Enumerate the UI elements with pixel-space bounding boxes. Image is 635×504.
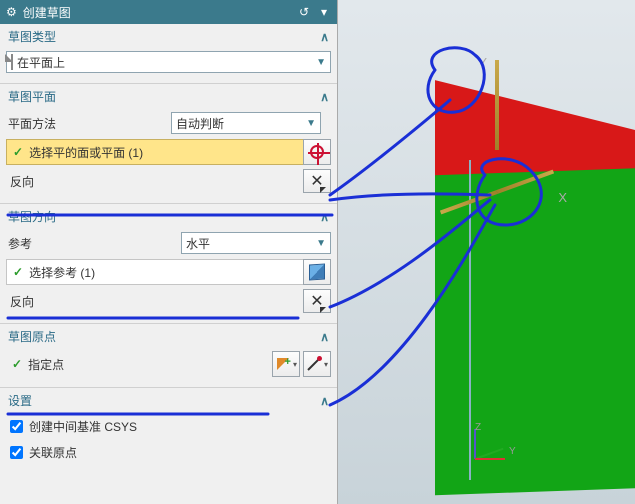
reverse-orient-label: 反向 (6, 293, 303, 310)
dropdown-arrow-icon: ▼ (306, 118, 316, 129)
chevron-down-icon[interactable]: ▾ (315, 3, 333, 21)
plane-method-label: 平面方法 (6, 115, 171, 132)
3d-viewport[interactable]: Y X Z Y (338, 0, 635, 504)
check-icon: ✓ (13, 145, 23, 159)
y-axis-label: Y (478, 55, 487, 70)
cube-button[interactable] (303, 259, 331, 285)
cube-icon (309, 263, 325, 280)
group-sketch-origin: 草图原点 ∧ ✓ 指定点 +▾ ▾ (0, 324, 337, 388)
point-cursor-button[interactable]: +▾ (272, 351, 300, 377)
point-line-icon (306, 356, 322, 372)
collapse-icon: ∧ (320, 330, 329, 344)
group-sketch-type: 草图类型 ∧ 在平面上 ▼ (0, 24, 337, 84)
group-header-settings[interactable]: 设置 ∧ (0, 388, 337, 413)
select-planar-face[interactable]: ✓ 选择平的面或平面 (1) (6, 139, 304, 165)
collapse-icon: ∧ (320, 30, 329, 44)
plane-method-dropdown[interactable]: 自动判断 ▼ (171, 112, 321, 134)
reference-dropdown[interactable]: 水平 ▼ (181, 232, 331, 254)
collapse-icon: ∧ (320, 394, 329, 408)
group-sketch-orientation: 草图方向 ∧ 参考 水平 ▼ ✓ 选择参考 (1) 反向 ✕ (0, 204, 337, 324)
group-header-sketch-orientation[interactable]: 草图方向 ∧ (0, 204, 337, 229)
cursor-plus-icon: + (275, 356, 291, 372)
reverse-icon: ✕ (310, 171, 323, 191)
sketch-type-dropdown[interactable]: 在平面上 ▼ (6, 51, 331, 73)
plane-icon (11, 55, 13, 69)
view-triad: Z Y (465, 424, 515, 474)
chevron-down-icon: ▾ (293, 360, 297, 369)
x-axis-label: X (558, 190, 567, 205)
check-icon: ✓ (12, 357, 22, 371)
checkbox-input[interactable] (10, 446, 23, 459)
collapse-icon: ∧ (320, 210, 329, 224)
checkbox-create-csys[interactable]: 创建中间基准 CSYS (6, 415, 331, 437)
select-reference[interactable]: ✓ 选择参考 (1) (6, 259, 304, 285)
chevron-down-icon: ▾ (324, 360, 328, 369)
group-header-sketch-type[interactable]: 草图类型 ∧ (0, 24, 337, 49)
dialog-title: 创建草图 (23, 4, 293, 21)
group-header-sketch-plane[interactable]: 草图平面 ∧ (0, 84, 337, 109)
point-constructor-button[interactable]: ▾ (303, 351, 331, 377)
check-icon: ✓ (13, 265, 23, 279)
dropdown-arrow-icon: ▼ (316, 238, 326, 249)
reverse-plane-button[interactable]: ✕ (303, 169, 331, 193)
reference-label: 参考 (6, 235, 157, 252)
sketch-dialog: ⚙ 创建草图 ↺ ▾ 草图类型 ∧ 在平面上 ▼ 草图平面 ∧ 平面方法 (0, 0, 338, 504)
reset-icon[interactable]: ↺ (295, 3, 313, 21)
reverse-orient-button[interactable]: ✕ (303, 289, 331, 313)
reverse-plane-label: 反向 (6, 173, 303, 190)
reverse-icon: ✕ (310, 291, 323, 311)
gear-icon[interactable]: ⚙ (6, 5, 17, 19)
group-sketch-plane: 草图平面 ∧ 平面方法 自动判断 ▼ ✓ 选择平的面或平面 (1) 反向 ✕ (0, 84, 337, 204)
specify-point[interactable]: ✓ 指定点 (6, 351, 273, 377)
target-icon (310, 145, 324, 159)
dropdown-arrow-icon: ▼ (316, 57, 326, 68)
target-button[interactable] (303, 139, 331, 165)
checkbox-input[interactable] (10, 420, 23, 433)
group-header-sketch-origin[interactable]: 草图原点 ∧ (0, 324, 337, 349)
collapse-icon: ∧ (320, 90, 329, 104)
dialog-titlebar: ⚙ 创建草图 ↺ ▾ (0, 0, 337, 24)
checkbox-associate-origin[interactable]: 关联原点 (6, 441, 331, 463)
group-settings: 设置 ∧ 创建中间基准 CSYS 关联原点 (0, 388, 337, 473)
